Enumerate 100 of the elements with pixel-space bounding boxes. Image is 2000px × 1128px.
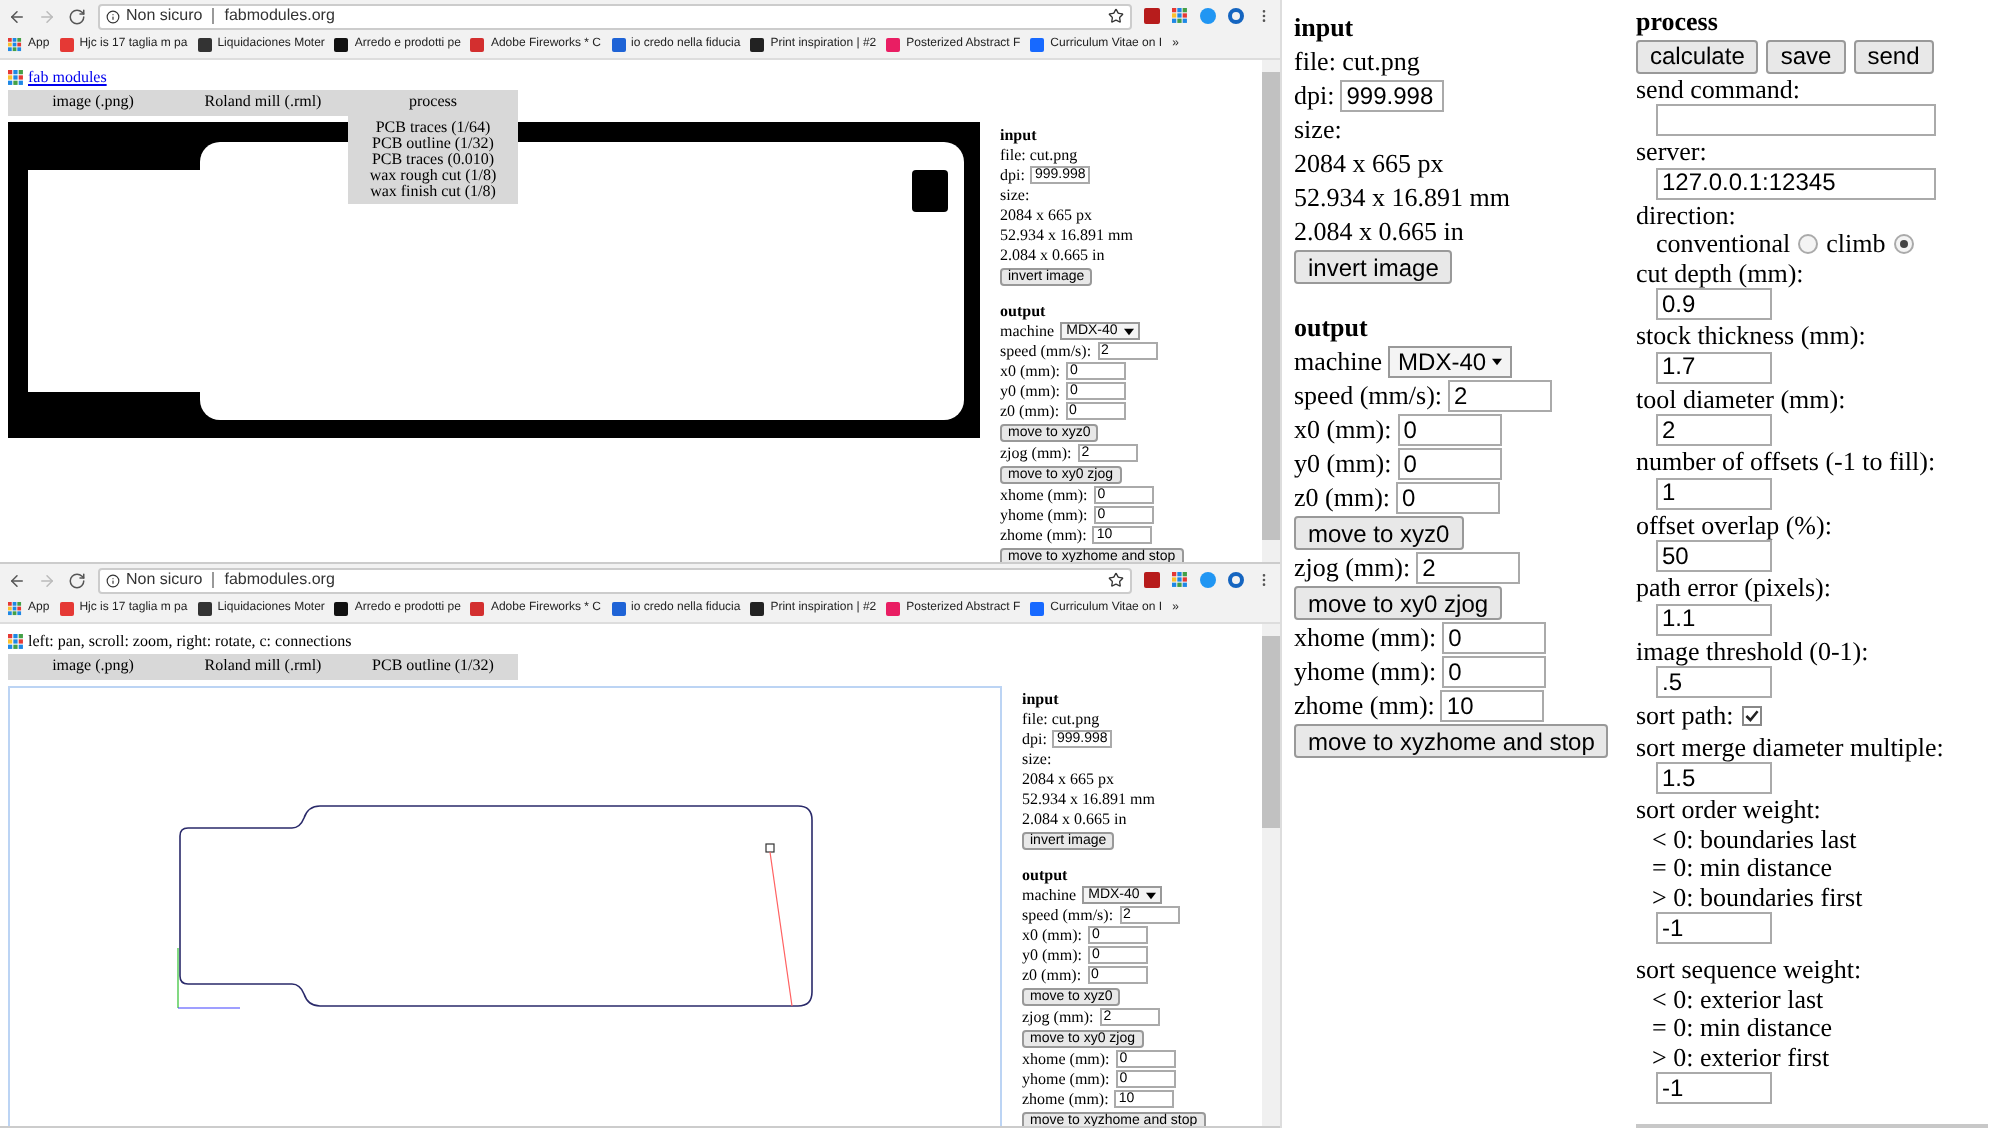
field-label: machine [1022, 886, 1077, 904]
field-label: zhome (mm): [1022, 1090, 1109, 1108]
input-field[interactable]: 2 [1656, 414, 1772, 446]
bookmark-favicon-icon [334, 602, 349, 616]
field-label: number of offsets (-1 to fill): [1636, 448, 1938, 477]
field-label: yhome (mm): [1022, 1070, 1110, 1088]
input-field[interactable] [1656, 104, 1936, 136]
machine-dropdown[interactable]: MDX-40 [1388, 346, 1513, 378]
field-label: yhome (mm): [1294, 656, 1437, 688]
back-icon[interactable] [8, 7, 26, 25]
section-title: input [1000, 126, 1039, 144]
input-field[interactable]: 0 [1442, 622, 1547, 654]
input-field[interactable]: 127.0.0.1:12345 [1656, 167, 1936, 199]
bookmark-star-icon[interactable] [1108, 8, 1124, 24]
input-field[interactable]: 1.1 [1656, 603, 1772, 635]
menu-item[interactable]: wax finish cut (1/8) [348, 184, 518, 200]
back-icon[interactable] [8, 571, 26, 589]
controls-hint: left: pan, scroll: zoom, right: rotate, c: connections [28, 630, 352, 654]
section-title: input [1022, 690, 1061, 708]
url-text: fabmodules.org [224, 4, 335, 28]
field-label: zjog (mm): [1294, 552, 1411, 584]
bookmark-favicon-icon [611, 602, 625, 616]
size-text: 52.934 x 16.891 mm [1294, 182, 1512, 214]
menu-tab[interactable]: Roland mill (.rml) [178, 654, 348, 680]
menu-tab[interactable]: process [348, 90, 518, 116]
action-button[interactable]: move to xyz0 [1294, 516, 1464, 550]
scrollbar-thumb[interactable] [1262, 636, 1280, 828]
section-title: process [1636, 8, 1720, 37]
field-label: sort sequence weight: < 0: exterior last = 0: min distance > 0: exterior first [1636, 956, 1864, 1072]
input-field[interactable]: 0 [1442, 656, 1547, 688]
field-label: z0 (mm): [1022, 966, 1082, 984]
field-label: size: [1022, 750, 1054, 768]
field-label: send command: [1636, 75, 1802, 104]
field-label: xhome (mm): [1294, 622, 1437, 654]
bookmark-favicon-icon [59, 602, 74, 616]
grid-icon [8, 70, 24, 86]
field-label: direction: [1636, 201, 1738, 230]
caret-icon [1123, 327, 1134, 335]
menu-tab[interactable]: Roland mill (.rml) [178, 90, 348, 116]
input-field[interactable]: 0 [1396, 482, 1501, 514]
bookmark-favicon-icon [886, 38, 901, 52]
bookmark-favicon-icon [59, 38, 74, 52]
menu-tab[interactable]: PCB outline (1/32) [348, 654, 518, 680]
menu-item[interactable]: PCB traces (0.010) [348, 152, 518, 168]
menu-item[interactable]: wax rough cut (1/8) [348, 168, 518, 184]
input-field[interactable]: 10 [1440, 690, 1545, 722]
field-label: sort order weight: < 0: boundaries last = 0: min distance > 0: boundaries first [1636, 796, 1865, 912]
menu-tab[interactable]: image (.png) [8, 90, 178, 116]
field-label: sort merge diameter multiple: [1636, 733, 1946, 762]
grid-icon [1172, 8, 1188, 24]
home-link[interactable]: fab modules [28, 66, 107, 90]
radio-button[interactable] [1893, 234, 1914, 255]
checkbox[interactable] [1741, 706, 1762, 727]
field-label: speed (mm/s): [1294, 380, 1443, 412]
size-text: 2084 x 665 px [1000, 206, 1094, 224]
field-label: server: [1636, 138, 1709, 167]
field-label: stock thickness (mm): [1636, 322, 1868, 351]
radio-button[interactable] [1798, 234, 1819, 255]
field-label: y0 (mm): [1022, 946, 1082, 964]
input-field[interactable]: 1.5 [1656, 762, 1772, 794]
field-label: speed (mm/s): [1022, 906, 1114, 924]
field-label: size: [1000, 186, 1032, 204]
action-button[interactable]: calculate [1636, 39, 1759, 73]
file-name: file: cut.png [1000, 146, 1080, 164]
menu-tab[interactable]: image (.png) [8, 654, 178, 680]
input-field[interactable]: .5 [1656, 666, 1772, 698]
input-field[interactable]: 999.998 [1340, 80, 1445, 112]
input-field[interactable]: 2 [1448, 380, 1553, 412]
reload-icon[interactable] [68, 7, 86, 25]
size-text: 2084 x 665 px [1294, 148, 1446, 180]
input-field[interactable]: -1 [1656, 912, 1772, 944]
input-field[interactable]: -1 [1656, 1072, 1772, 1104]
input-field[interactable]: 0 [1397, 414, 1502, 446]
input-field[interactable]: 1 [1656, 477, 1772, 509]
reload-icon[interactable] [68, 571, 86, 589]
invert-image-button[interactable]: invert image [1294, 250, 1453, 284]
field-label: path error (pixels): [1636, 574, 1833, 603]
url-text: fabmodules.org [224, 568, 335, 592]
radio-label: conventional [1656, 230, 1791, 259]
grid-icon [8, 38, 22, 52]
grid-icon [1172, 572, 1188, 588]
scrollbar-thumb[interactable] [1262, 72, 1280, 540]
action-button[interactable]: send [1853, 39, 1934, 73]
field-label: y0 (mm): [1000, 382, 1060, 400]
action-button[interactable]: save [1766, 39, 1846, 73]
input-field[interactable]: 1.7 [1656, 351, 1772, 383]
section-title: output [1022, 866, 1070, 884]
input-field[interactable]: 50 [1656, 540, 1772, 572]
input-field[interactable]: 0.9 [1656, 288, 1772, 320]
menu-item[interactable]: PCB outline (1/32) [348, 136, 518, 152]
input-field[interactable]: 2 [1416, 552, 1521, 584]
field-label: x0 (mm): [1022, 926, 1082, 944]
address-bar[interactable]: Non sicuro fabmodules.org [98, 3, 1132, 29]
menu-item[interactable]: PCB traces (1/64) [348, 120, 518, 136]
input-field[interactable]: 0 [1397, 448, 1502, 480]
action-button[interactable]: move to xy0 zjog [1294, 586, 1503, 620]
field-label: offset overlap (%): [1636, 511, 1834, 540]
address-bar[interactable]: Non sicuro fabmodules.org [98, 567, 1132, 593]
action-button[interactable]: move to xyzhome and stop [1294, 724, 1609, 758]
bookmark-star-icon[interactable] [1108, 572, 1124, 588]
